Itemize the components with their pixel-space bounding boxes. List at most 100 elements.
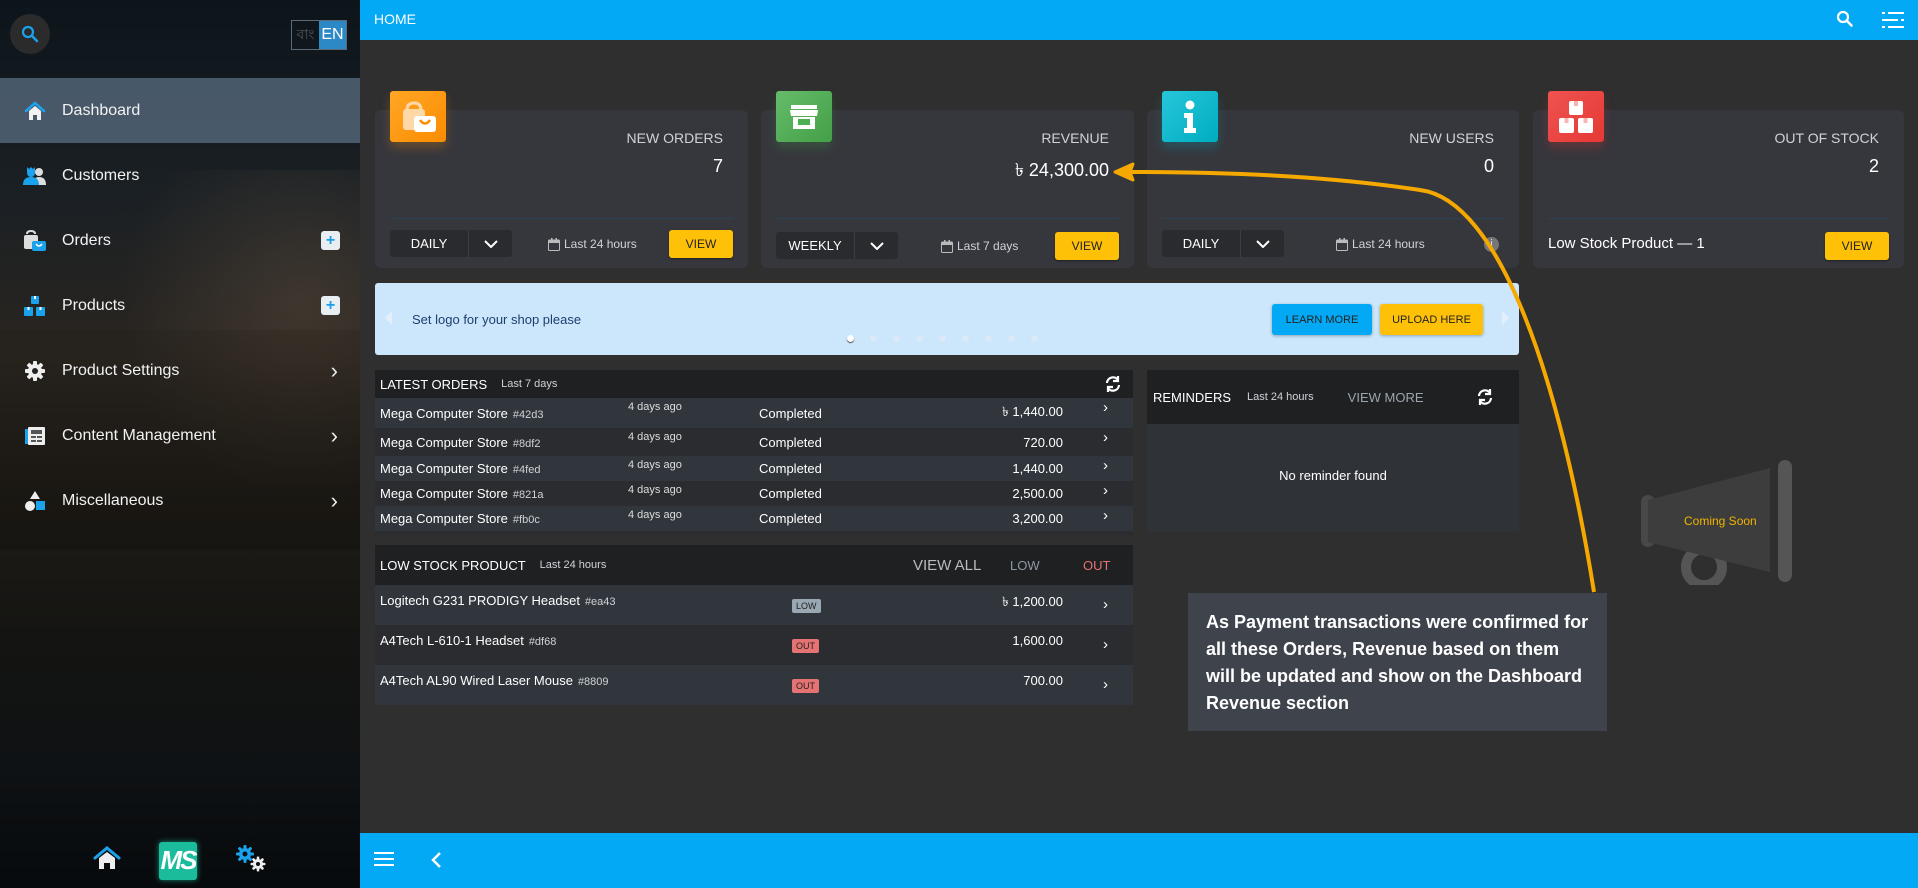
- carousel-dot[interactable]: [847, 335, 854, 342]
- chevron-right-icon[interactable]: ›: [1103, 429, 1108, 446]
- view-revenue-button[interactable]: VIEW: [1055, 232, 1119, 260]
- view-more-link[interactable]: VIEW MORE: [1348, 390, 1424, 405]
- stock-row[interactable]: A4Tech AL90 Wired Laser Mouse #8809 OUT 7…: [375, 665, 1133, 705]
- order-row[interactable]: Mega Computer Store #4fed 4 days ago Comp…: [375, 456, 1133, 481]
- period-label: WEEKLY: [776, 232, 855, 259]
- order-amount: 3,200.00: [1012, 511, 1063, 526]
- stock-row[interactable]: A4Tech L-610-1 Headset #df68 OUT 1,600.00…: [375, 625, 1133, 665]
- order-status: Completed: [759, 461, 822, 476]
- reminders-header: REMINDERS Last 24 hours VIEW MORE: [1147, 370, 1519, 424]
- header-menu-button[interactable]: [1882, 11, 1904, 34]
- stock-row[interactable]: Logitech G231 PRODIGY Headset #ea43 LOW ৳…: [375, 585, 1133, 625]
- card-new-users: NEW USERS 0 DAILY Last 24 hours i: [1147, 91, 1519, 268]
- order-row[interactable]: Mega Computer Store #8df2 4 days ago Comp…: [375, 428, 1133, 456]
- sidebar-item-product-settings[interactable]: Product Settings ›: [0, 338, 360, 403]
- card-label: OUT OF STOCK: [1774, 130, 1880, 146]
- chevron-down-icon[interactable]: [469, 230, 512, 257]
- collapse-sidebar-button[interactable]: [430, 848, 442, 876]
- chevron-right-icon[interactable]: ›: [1103, 482, 1108, 499]
- refresh-button[interactable]: [1475, 388, 1495, 409]
- boxes-icon: [1548, 91, 1604, 142]
- shopping-bag-icon: [390, 91, 446, 142]
- carousel-dot[interactable]: [870, 335, 877, 342]
- sidebar-search-button[interactable]: [10, 14, 50, 54]
- carousel-dot[interactable]: [916, 335, 923, 342]
- refresh-button[interactable]: [1103, 375, 1123, 396]
- learn-more-button[interactable]: LEARN MORE: [1272, 304, 1372, 335]
- settings-button[interactable]: [235, 844, 267, 877]
- sidebar: বাং EN Dashboard Customers Orders + Prod…: [0, 0, 360, 888]
- page-title: HOME: [374, 11, 416, 27]
- order-row[interactable]: Mega Computer Store #42d3 4 days ago Comp…: [375, 398, 1133, 428]
- chevron-right-icon[interactable]: ›: [1103, 399, 1108, 416]
- upload-logo-button[interactable]: UPLOAD HERE: [1380, 304, 1483, 335]
- filter-low-tab[interactable]: LOW: [1010, 558, 1040, 573]
- chevron-down-icon[interactable]: [855, 232, 898, 259]
- product-name: A4Tech L-610-1 Headset: [380, 633, 524, 648]
- order-row[interactable]: Mega Computer Store #fb0c 4 days ago Comp…: [375, 506, 1133, 531]
- filter-out-tab[interactable]: OUT: [1083, 558, 1110, 573]
- chevron-right-icon[interactable]: ›: [1103, 596, 1108, 613]
- carousel-next-icon[interactable]: [1502, 311, 1509, 325]
- chevron-right-icon[interactable]: ›: [1103, 636, 1108, 653]
- sidebar-item-content-management[interactable]: Content Management ›: [0, 403, 360, 468]
- search-icon: [21, 25, 39, 43]
- lang-bangla[interactable]: বাং: [292, 21, 319, 49]
- panel-title: LOW STOCK PRODUCT: [380, 557, 526, 573]
- language-switcher[interactable]: বাং EN: [291, 20, 347, 50]
- sidebar-item-customers[interactable]: Customers: [0, 143, 360, 208]
- card-divider: [390, 218, 733, 219]
- header-search-button[interactable]: [1836, 10, 1854, 33]
- carousel-prev-icon[interactable]: [385, 311, 392, 325]
- period-select[interactable]: DAILY: [1162, 230, 1284, 257]
- carousel-dot[interactable]: [893, 335, 900, 342]
- period-select[interactable]: DAILY: [390, 230, 512, 257]
- calendar-icon: [1336, 237, 1348, 251]
- card-label: NEW USERS: [1409, 130, 1494, 146]
- home-button[interactable]: [93, 845, 121, 876]
- app-logo[interactable]: MS: [159, 841, 198, 880]
- carousel-dot[interactable]: [985, 335, 992, 342]
- order-id: #fb0c: [512, 514, 540, 526]
- stock-badge: LOW: [792, 599, 821, 613]
- sidebar-item-miscellaneous[interactable]: Miscellaneous ›: [0, 468, 360, 533]
- order-time: 4 days ago: [628, 509, 682, 521]
- order-amount: 1,440.00: [1012, 461, 1063, 476]
- latest-orders-panel: LATEST ORDERS Last 7 days Mega Computer …: [375, 370, 1133, 535]
- menu-toggle-button[interactable]: [374, 851, 394, 872]
- sidebar-item-label: Miscellaneous: [62, 491, 164, 509]
- gear-icon: [22, 358, 48, 384]
- view-orders-button[interactable]: VIEW: [669, 230, 733, 258]
- add-order-button[interactable]: +: [321, 231, 340, 250]
- chevron-down-icon[interactable]: [1241, 230, 1284, 257]
- period-select[interactable]: WEEKLY: [776, 232, 898, 259]
- bottom-bar: [360, 833, 1918, 888]
- info-badge-icon[interactable]: i: [1484, 237, 1499, 252]
- sidebar-item-orders[interactable]: Orders +: [0, 208, 360, 273]
- chevron-right-icon[interactable]: ›: [1103, 507, 1108, 524]
- chevron-right-icon: ›: [330, 357, 338, 383]
- order-time: 4 days ago: [628, 484, 682, 496]
- chevron-right-icon[interactable]: ›: [1103, 457, 1108, 474]
- order-row[interactable]: Mega Computer Store #821a 4 days ago Comp…: [375, 481, 1133, 506]
- top-bar: HOME: [360, 0, 1918, 40]
- shopping-bag-icon: [22, 228, 48, 254]
- add-product-button[interactable]: +: [321, 296, 340, 315]
- sidebar-item-dashboard[interactable]: Dashboard: [0, 78, 360, 143]
- card-revenue: REVENUE ৳ 24,300.00 WEEKLY Last 7 days V…: [761, 91, 1134, 268]
- store-icon: [776, 91, 832, 142]
- sidebar-item-products[interactable]: Products +: [0, 273, 360, 338]
- view-stock-button[interactable]: VIEW: [1825, 232, 1889, 260]
- chevron-right-icon[interactable]: ›: [1103, 676, 1108, 693]
- newspaper-icon: [22, 423, 48, 449]
- lang-english[interactable]: EN: [319, 21, 346, 49]
- carousel-dot[interactable]: [1008, 335, 1015, 342]
- carousel-dot[interactable]: [939, 335, 946, 342]
- carousel-dot[interactable]: [962, 335, 969, 342]
- card-value: 7: [712, 156, 723, 176]
- panel-title: REMINDERS: [1153, 389, 1232, 405]
- shapes-icon: [22, 488, 48, 514]
- carousel-dot[interactable]: [1031, 335, 1038, 342]
- view-all-link[interactable]: VIEW ALL: [913, 557, 981, 574]
- sidebar-item-label: Content Management: [62, 426, 216, 444]
